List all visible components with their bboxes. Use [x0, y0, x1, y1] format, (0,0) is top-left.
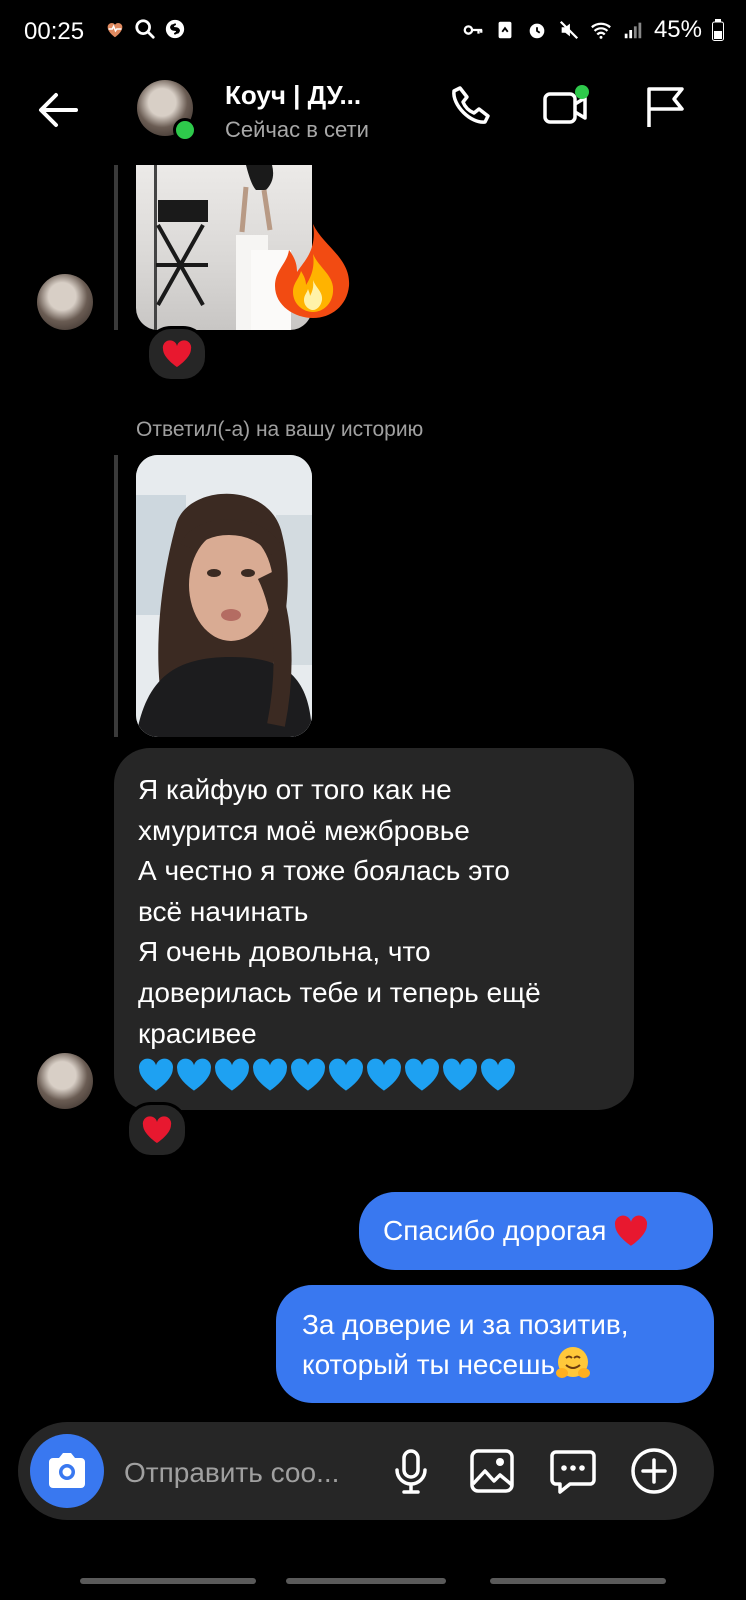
contact-status: Сейчас в сети [225, 117, 369, 142]
fire-sticker [268, 220, 358, 320]
chat-bubble-icon[interactable] [548, 1446, 598, 1496]
incoming-message-text: Я кайфую от того как не хмурится моё меж… [138, 774, 541, 1049]
outgoing-message-bubble[interactable]: За доверие и за позитив, который ты несе… [276, 1285, 714, 1403]
status-right: 45% [462, 16, 724, 44]
blue-hearts-row [138, 1058, 610, 1092]
sender-avatar[interactable] [37, 1053, 93, 1109]
heart-reaction[interactable] [146, 326, 208, 382]
blue-heart-icon [481, 1058, 515, 1091]
blue-heart-icon [215, 1058, 249, 1091]
hugging-face-icon [556, 1347, 591, 1378]
blue-heart-icon [177, 1058, 211, 1091]
plus-circle-icon[interactable] [629, 1446, 679, 1496]
battery-percent: 45% [653, 16, 702, 43]
wifi-icon [591, 22, 611, 39]
story-image-selfie[interactable] [136, 455, 312, 737]
red-heart-icon [615, 1215, 648, 1246]
sender-avatar[interactable] [37, 274, 93, 330]
camera-icon [49, 1453, 85, 1488]
contact-name[interactable]: Коуч | ДУ... [225, 80, 361, 111]
back-arrow-icon[interactable] [30, 82, 86, 138]
incoming-message-bubble[interactable]: Я кайфую от того как не хмурится моё меж… [114, 748, 634, 1110]
status-left-icons [104, 18, 186, 40]
battery-icon [712, 19, 724, 41]
blue-heart-icon [253, 1058, 287, 1091]
message-input[interactable] [122, 1452, 386, 1494]
camera-button[interactable] [30, 1434, 104, 1508]
mute-icon [559, 20, 579, 40]
flag-icon[interactable] [640, 82, 690, 132]
red-heart-icon [162, 340, 192, 367]
microphone-icon[interactable] [386, 1446, 436, 1496]
status-time: 00:25 [24, 18, 85, 45]
red-heart-icon [142, 1116, 172, 1143]
shazam-icon [165, 19, 185, 39]
heart-pulse-icon [107, 23, 123, 38]
blue-heart-icon [139, 1058, 173, 1091]
video-camera-icon[interactable] [540, 82, 590, 132]
alarm-icon [529, 23, 545, 39]
image-icon[interactable] [467, 1446, 517, 1496]
online-indicator [173, 118, 197, 142]
blue-heart-icon [367, 1058, 401, 1091]
key-icon [463, 25, 483, 35]
selfie-portrait-illustration [136, 455, 312, 737]
heart-reaction[interactable] [126, 1102, 188, 1158]
nav-recent-apps[interactable] [80, 1578, 256, 1584]
outgoing-message-bubble[interactable]: Спасибо дорогая [359, 1192, 713, 1270]
blue-heart-icon [291, 1058, 325, 1091]
blue-heart-icon [443, 1058, 477, 1091]
story-reply-line [114, 165, 118, 330]
nav-home[interactable] [286, 1578, 446, 1584]
story-reply-label: Ответил(-а) на вашу историю [136, 418, 424, 441]
signal-icon [624, 22, 642, 39]
story-reply-line [114, 455, 118, 737]
phone-icon[interactable] [446, 82, 496, 132]
recycle-icon [498, 21, 512, 39]
nav-back[interactable] [490, 1578, 666, 1584]
outgoing-message-text: Спасибо дорогая [383, 1215, 607, 1246]
blue-heart-icon [405, 1058, 439, 1091]
search-icon [135, 19, 155, 39]
blue-heart-icon [329, 1058, 363, 1091]
